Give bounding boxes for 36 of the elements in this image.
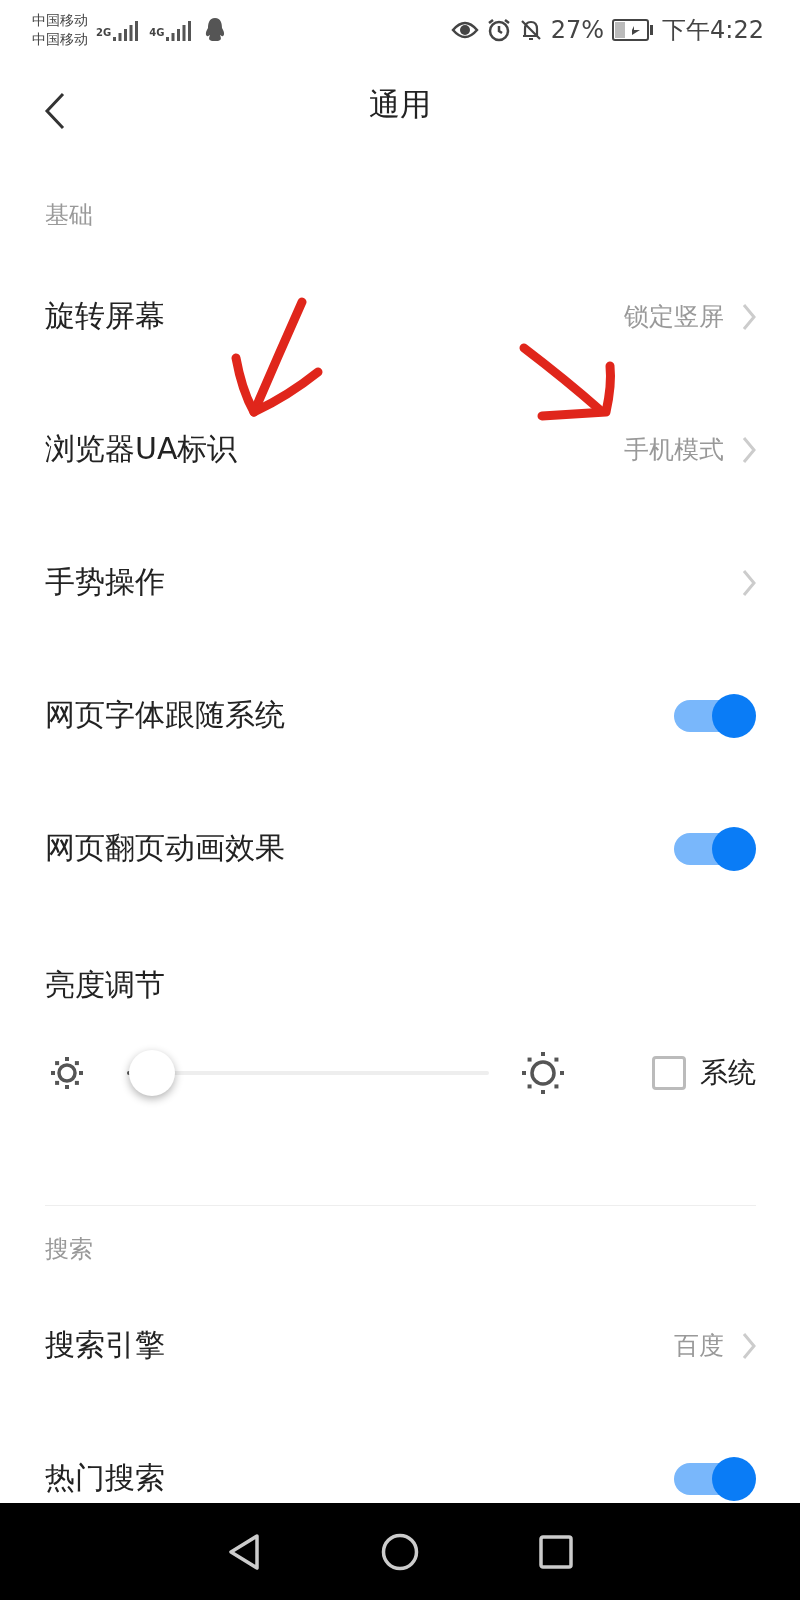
back-icon (44, 92, 66, 130)
setting-label: 亮度调节 (45, 965, 165, 1004)
home-nav-button[interactable] (381, 1532, 419, 1571)
toggle-switch[interactable] (674, 692, 756, 739)
setting-label: 手势操作 (45, 563, 166, 601)
section-title: 基础 (45, 200, 93, 230)
battery-percent: 27% (550, 16, 605, 44)
muted-bell-icon (518, 18, 543, 42)
slider-thumb[interactable] (129, 1050, 176, 1096)
setting-label: 网页翻页动画效果 (45, 829, 286, 867)
setting-label: 热门搜索 (45, 1459, 166, 1497)
setting-value: 锁定竖屏 (624, 301, 724, 333)
setting-label: 浏览器UA标识 (45, 430, 239, 468)
network-type: 2G (96, 27, 112, 38)
section-title: 搜索 (45, 1234, 93, 1264)
setting-label: 网页字体跟随系统 (45, 696, 286, 734)
carrier-name: 中国移动 (32, 11, 88, 30)
recents-nav-button[interactable] (539, 1534, 573, 1569)
eye-icon (450, 20, 479, 40)
bright-sun-icon (521, 1051, 565, 1095)
carrier-name: 中国移动 (32, 30, 88, 49)
brightness-slider[interactable] (127, 1050, 489, 1096)
clock-time: 下午4:22 (662, 15, 764, 46)
toggle-switch[interactable] (674, 825, 756, 872)
page-title: 通用 (369, 85, 431, 124)
setting-value: 百度 (674, 1330, 724, 1362)
back-nav-button[interactable] (227, 1532, 261, 1571)
setting-label: 搜索引擎 (45, 1326, 166, 1364)
network-type: 4G (149, 27, 165, 38)
battery-charging-icon (612, 19, 655, 41)
setting-value: 手机模式 (624, 434, 724, 466)
system-checkbox[interactable]: 系统 (652, 1054, 756, 1092)
setting-label: 旋转屏幕 (45, 297, 166, 335)
penguin-icon (204, 17, 227, 43)
alarm-clock-icon (486, 18, 511, 42)
toggle-switch[interactable] (674, 1455, 756, 1502)
